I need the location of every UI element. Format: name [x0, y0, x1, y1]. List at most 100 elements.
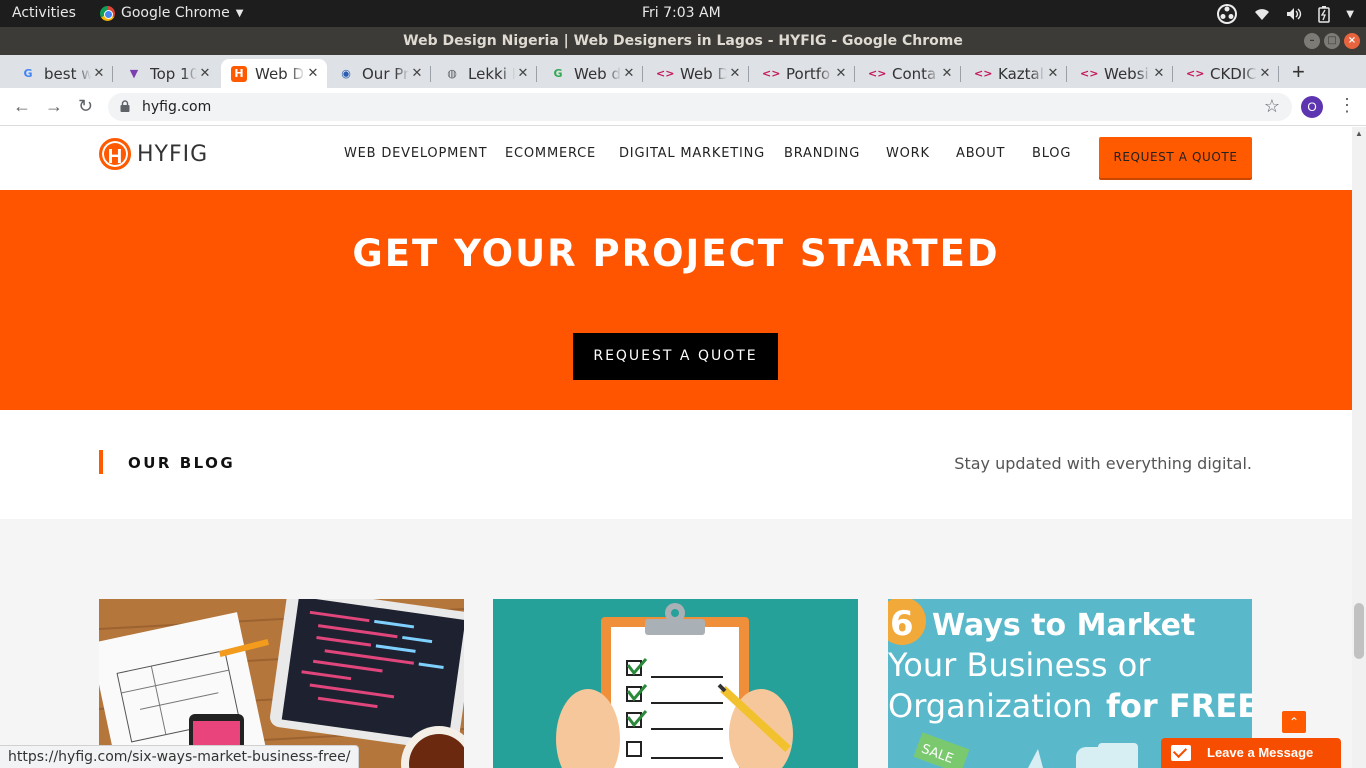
- tab-title: Kaztal: [998, 64, 1044, 83]
- blog-card-checklist[interactable]: [493, 599, 858, 768]
- close-tab-icon[interactable]: ✕: [621, 66, 637, 81]
- app-menu-label: Google Chrome: [121, 5, 230, 21]
- minimize-button[interactable]: –: [1304, 33, 1320, 49]
- bookmark-star-icon[interactable]: ☆: [1264, 96, 1280, 117]
- browser-tab[interactable]: <> Portfo ✕: [752, 59, 855, 88]
- browser-menu-icon[interactable]: ⋮: [1338, 95, 1356, 116]
- code-favicon: <>: [868, 66, 887, 80]
- maximize-button[interactable]: □: [1324, 33, 1340, 49]
- hyfig-logo[interactable]: H HYFIG: [99, 138, 208, 170]
- address-bar[interactable]: hyfig.com ☆: [108, 93, 1292, 121]
- scrollbar-thumb[interactable]: [1354, 603, 1364, 659]
- url-text: hyfig.com: [142, 99, 212, 115]
- app-menu[interactable]: Google Chrome ▼: [100, 5, 243, 21]
- card3-line2: Your Business or: [888, 646, 1151, 684]
- tab-separator: [854, 66, 855, 82]
- checklist-image: [493, 599, 858, 768]
- browser-tab[interactable]: <> CKDIC ✕: [1176, 59, 1279, 88]
- tab-separator: [1172, 66, 1173, 82]
- power-menu-icon: ▼: [1346, 8, 1354, 20]
- request-quote-button-header[interactable]: REQUEST A QUOTE: [1099, 137, 1252, 178]
- close-tab-icon[interactable]: ✕: [515, 66, 531, 81]
- close-tab-icon[interactable]: ✕: [91, 66, 107, 81]
- forward-button[interactable]: →: [45, 96, 63, 117]
- system-top-bar: Activities Google Chrome ▼ Fri 7:03 AM ▼: [0, 0, 1366, 27]
- hyfig-favicon: H: [231, 65, 247, 82]
- tab-separator: [430, 66, 431, 82]
- close-tab-icon[interactable]: ✕: [833, 66, 849, 81]
- browser-tab[interactable]: <> Web D ✕: [646, 59, 749, 88]
- hero-title: GET YOUR PROJECT STARTED: [352, 232, 1000, 275]
- reload-button[interactable]: ↻: [78, 96, 93, 117]
- close-tab-icon[interactable]: ✕: [1151, 66, 1167, 81]
- back-button[interactable]: ←: [13, 96, 31, 117]
- browser-tab[interactable]: Gbest w ✕: [10, 59, 113, 88]
- new-tab-button[interactable]: +: [1292, 59, 1305, 85]
- clock[interactable]: Fri 7:03 AM: [642, 5, 721, 21]
- tab-separator: [1278, 66, 1279, 82]
- tab-separator: [112, 66, 113, 82]
- blog-card-web-design[interactable]: [99, 599, 464, 768]
- chevron-up-icon: ⌃: [1288, 715, 1300, 729]
- code-favicon: <>: [762, 66, 781, 80]
- browser-tab[interactable]: <> Kaztal ✕: [964, 59, 1067, 88]
- request-quote-button-hero[interactable]: REQUEST A QUOTE: [573, 333, 778, 380]
- tab-title: Our Pr: [362, 64, 409, 83]
- browser-tab[interactable]: <> Conta ✕: [858, 59, 961, 88]
- nav-web-development[interactable]: WEB DEVELOPMENT: [344, 146, 487, 161]
- scroll-up-icon: ▲: [1355, 129, 1363, 138]
- tab-title: Top 10: [150, 64, 197, 83]
- chrome-icon: [100, 5, 115, 21]
- tab-title: Portfo: [786, 64, 831, 83]
- nav-work[interactable]: WORK: [886, 146, 930, 161]
- nav-blog[interactable]: BLOG: [1032, 146, 1071, 161]
- workspace-image: [99, 599, 464, 768]
- browser-toolbar: ← → ↻ hyfig.com ☆: [0, 88, 1366, 126]
- tab-title: Web d: [574, 64, 621, 83]
- close-tab-icon[interactable]: ✕: [409, 66, 425, 81]
- close-tab-icon[interactable]: ✕: [939, 66, 955, 81]
- close-window-button[interactable]: ×: [1344, 33, 1360, 49]
- nav-branding[interactable]: BRANDING: [784, 146, 860, 161]
- close-tab-icon[interactable]: ✕: [197, 66, 213, 81]
- status-bar-url: https://hyfig.com/six-ways-market-busine…: [0, 745, 360, 768]
- globe-favicon: ◉: [341, 66, 351, 80]
- close-tab-icon[interactable]: ✕: [305, 66, 321, 81]
- tab-title: Lekki F: [468, 64, 515, 83]
- browser-tab[interactable]: G Web d ✕: [540, 59, 643, 88]
- nav-ecommerce[interactable]: ECOMMERCE: [505, 146, 596, 161]
- blog-tagline: Stay updated with everything digital.: [954, 454, 1252, 473]
- browser-tab[interactable]: ▼ Top 10 ✕: [116, 59, 219, 88]
- close-tab-icon[interactable]: ✕: [1257, 66, 1273, 81]
- lock-icon: [120, 100, 130, 112]
- tab-separator: [960, 66, 961, 82]
- tab-title: Web D: [680, 64, 727, 83]
- page-scrollbar[interactable]: ▲: [1352, 127, 1366, 768]
- close-tab-icon[interactable]: ✕: [1045, 66, 1061, 81]
- code-favicon: <>: [1186, 66, 1205, 80]
- browser-tab[interactable]: <> Websi ✕: [1070, 59, 1173, 88]
- system-tray[interactable]: ▼: [1216, 3, 1354, 25]
- profile-avatar[interactable]: O: [1301, 96, 1323, 118]
- leave-message-widget[interactable]: Leave a Message: [1161, 738, 1341, 768]
- card3-line3: Organization: [888, 687, 1093, 725]
- g-favicon: G: [553, 66, 563, 80]
- browser-tab[interactable]: ◉ Our Pr ✕: [328, 59, 431, 88]
- browser-tab[interactable]: H Web D ✕: [221, 59, 327, 88]
- nav-digital-marketing[interactable]: DIGITAL MARKETING: [619, 146, 765, 161]
- back-to-top-button[interactable]: ⌃: [1282, 711, 1306, 733]
- window-controls: – □ ×: [1304, 33, 1360, 49]
- code-favicon: <>: [656, 66, 675, 80]
- tab-title: best w: [44, 64, 91, 83]
- code-favicon: <>: [1080, 66, 1099, 80]
- close-tab-icon[interactable]: ✕: [727, 66, 743, 81]
- brand-name: HYFIG: [137, 141, 209, 167]
- window-title-bar: Web Design Nigeria | Web Designers in La…: [0, 27, 1366, 55]
- browser-tab[interactable]: ◍ Lekki F✕: [434, 59, 537, 88]
- activities-button[interactable]: Activities: [12, 5, 76, 21]
- tab-strip: Gbest w✕▼Top 10✕HWeb D✕◉Our Pr✕◍Lekki F✕…: [0, 55, 1366, 88]
- wifi-icon: [1255, 9, 1270, 20]
- hyfig-logo-mark: H: [99, 138, 131, 170]
- card3-number: 6: [890, 604, 914, 644]
- nav-about[interactable]: ABOUT: [956, 146, 1005, 161]
